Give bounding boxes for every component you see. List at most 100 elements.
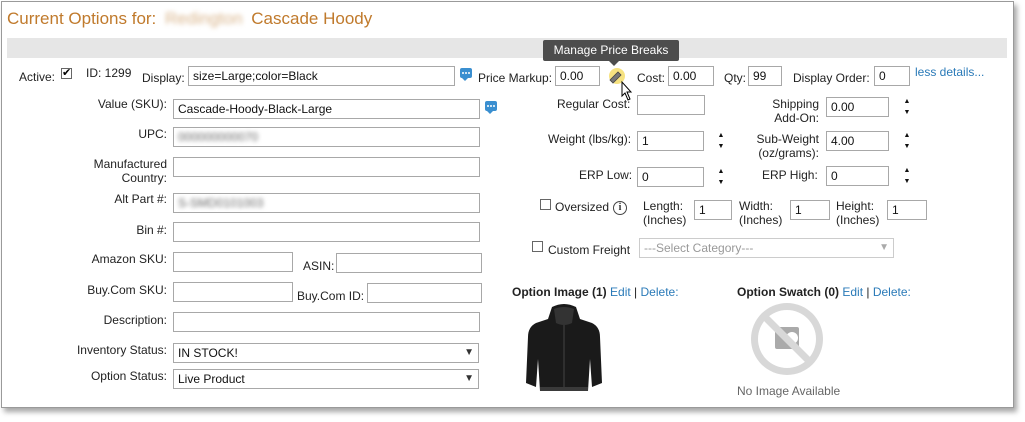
height-label-2: (Inches)	[836, 213, 880, 227]
manufactured-label-2: Country:	[121, 171, 167, 185]
option-status-select[interactable]: Live Product ▼	[173, 369, 479, 389]
inventory-status-value: IN STOCK!	[178, 346, 238, 360]
title-product: Cascade Hoody	[251, 9, 373, 28]
separator: |	[634, 285, 638, 299]
display-order-input[interactable]: 0	[874, 66, 910, 86]
no-image-text: No Image Available	[737, 384, 841, 398]
bin-label: Bin #:	[136, 223, 167, 237]
shipping-addon-label-2: Add-On:	[774, 111, 819, 125]
option-image-label: Option Image (1)	[512, 285, 607, 299]
shipping-addon-input[interactable]: 0.00	[826, 97, 889, 117]
price-markup-input[interactable]: 0.00	[555, 66, 600, 86]
active-label: Active:	[19, 70, 56, 84]
buycom-id-input[interactable]	[367, 283, 482, 303]
less-details-link[interactable]: less details...	[915, 65, 984, 79]
asin-input[interactable]	[336, 253, 482, 273]
value-sku-label: Value (SKU):	[97, 97, 167, 111]
length-input[interactable]: 1	[694, 200, 732, 220]
subweight-label-2: (oz/grams):	[758, 146, 819, 160]
alt-part-input[interactable]: S-SMD0101003	[173, 193, 480, 213]
oversized-label: Oversized	[555, 200, 610, 214]
custom-freight-label: Custom Freight	[548, 243, 631, 257]
height-input[interactable]: 1	[887, 200, 927, 220]
erp-high-label: ERP High:	[762, 168, 818, 182]
description-input[interactable]	[173, 312, 480, 332]
amazon-sku-label: Amazon SKU:	[91, 252, 167, 266]
buycom-sku-label: Buy.Com SKU:	[87, 283, 167, 297]
sku-comment-icon[interactable]	[485, 101, 497, 114]
alt-part-value: S-SMD0101003	[178, 196, 264, 210]
cost-label: Cost:	[637, 71, 666, 85]
regular-cost-input[interactable]	[637, 95, 705, 115]
option-status-value: Live Product	[178, 372, 245, 386]
active-checkbox[interactable]	[61, 66, 72, 79]
info-icon[interactable]: i	[613, 201, 627, 215]
description-label: Description:	[103, 313, 167, 327]
alt-part-label: Alt Part #:	[114, 192, 167, 206]
regular-cost-label: Regular Cost:	[557, 97, 631, 111]
page-title: Current Options for: Redington Cascade H…	[7, 9, 372, 29]
display-label: Display:	[142, 71, 185, 85]
chevron-down-icon: ▼	[464, 373, 474, 384]
option-image-header: Option Image (1) Edit | Delete:	[512, 285, 679, 299]
header-bar	[7, 38, 1007, 58]
freight-category-select[interactable]: ---Select Category--- ▼	[639, 238, 894, 258]
qty-input[interactable]: 99	[748, 66, 782, 86]
erp-high-input[interactable]: 0	[826, 166, 889, 186]
option-swatch-label: Option Swatch (0)	[737, 285, 839, 299]
no-image-icon	[745, 299, 829, 381]
buycom-id-label: Buy.Com ID:	[297, 289, 365, 303]
erp-low-label: ERP Low:	[579, 168, 633, 182]
hoody-image[interactable]	[522, 303, 606, 393]
asin-label: ASIN:	[303, 259, 335, 273]
height-label-1: Height:	[836, 199, 875, 213]
chevron-down-icon: ▼	[464, 347, 474, 358]
chevron-down-icon: ▼	[879, 242, 889, 253]
upc-value: 000000000070	[178, 130, 259, 144]
oversized-checkbox[interactable]	[540, 199, 551, 210]
buycom-sku-input[interactable]	[173, 282, 293, 302]
custom-freight-checkbox[interactable]	[532, 241, 543, 252]
option-swatch-delete-link[interactable]: Delete:	[873, 285, 911, 299]
qty-label: Qty:	[724, 71, 747, 85]
separator: |	[866, 285, 870, 299]
weight-label: Weight (lbs/kg):	[548, 132, 632, 146]
shipping-addon-label-1: Shipping	[772, 97, 819, 111]
option-swatch-header: Option Swatch (0) Edit | Delete:	[737, 285, 911, 299]
title-brand-blurred: Redington	[165, 9, 243, 28]
inventory-status-label: Inventory Status:	[76, 343, 167, 357]
cost-input[interactable]: 0.00	[668, 66, 714, 86]
display-input[interactable]: size=Large;color=Black	[188, 66, 455, 86]
erp-high-spinner[interactable]: ▲ ▼	[903, 166, 911, 188]
upc-input[interactable]: 000000000070	[173, 127, 480, 147]
manage-price-breaks-tooltip: Manage Price Breaks	[543, 40, 679, 66]
length-label-2: (Inches)	[643, 213, 687, 227]
manufactured-label-1: Manufactured	[93, 157, 167, 171]
option-image-edit-link[interactable]: Edit	[610, 285, 631, 299]
subweight-label-1: Sub-Weight	[756, 132, 819, 146]
id-label: ID: 1299	[86, 66, 132, 80]
width-label-2: (Inches)	[739, 213, 783, 227]
bin-input[interactable]	[173, 222, 480, 242]
upc-label: UPC:	[138, 127, 167, 141]
length-label-1: Length:	[643, 199, 684, 213]
inventory-status-select[interactable]: IN STOCK! ▼	[173, 343, 479, 363]
width-label-1: Width:	[739, 199, 774, 213]
width-input[interactable]: 1	[790, 200, 830, 220]
option-image-delete-link[interactable]: Delete:	[641, 285, 679, 299]
shipping-addon-spinner[interactable]: ▲ ▼	[903, 97, 911, 119]
freight-category-value: ---Select Category---	[644, 241, 754, 255]
display-order-label: Display Order:	[793, 71, 870, 85]
manufactured-country-input[interactable]	[173, 157, 480, 177]
weight-input[interactable]: 1	[637, 131, 704, 151]
title-prefix: Current Options for:	[7, 9, 157, 28]
amazon-sku-input[interactable]	[173, 252, 293, 272]
erp-low-input[interactable]: 0	[637, 167, 704, 187]
option-swatch-edit-link[interactable]: Edit	[842, 285, 863, 299]
value-sku-input[interactable]: Cascade-Hoody-Black-Large	[173, 99, 480, 119]
display-comment-icon[interactable]	[460, 68, 472, 81]
subweight-spinner[interactable]: ▲ ▼	[903, 131, 911, 153]
erp-low-spinner[interactable]: ▲ ▼	[717, 167, 725, 189]
subweight-input[interactable]: 4.00	[826, 131, 889, 151]
price-markup-label: Price Markup:	[478, 71, 553, 85]
